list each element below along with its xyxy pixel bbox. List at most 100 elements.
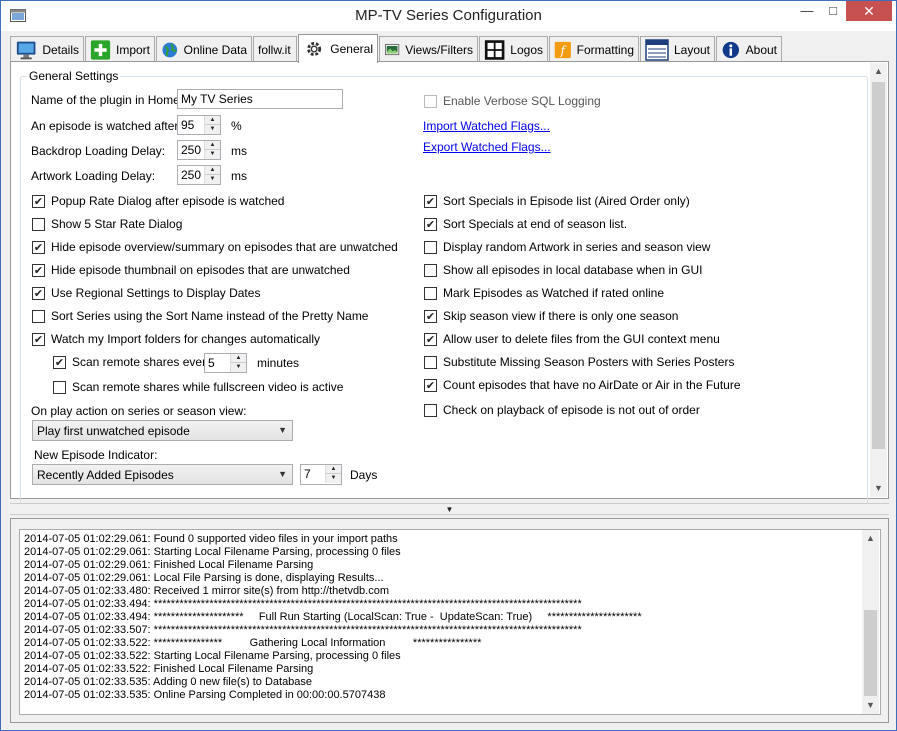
title-bar[interactable]: MP-TV Series Configuration — □ ✕	[1, 1, 896, 31]
popup-rate-dialog-checkbox[interactable]: ✔ Popup Rate Dialog after episode is wat…	[32, 194, 284, 208]
mark-watched-if-rated-checkbox[interactable]: Mark Episodes as Watched if rated online	[424, 286, 664, 300]
checkbox-box[interactable]	[32, 309, 45, 323]
scan-fullscreen-checkbox[interactable]: Scan remote shares while fullscreen vide…	[53, 380, 343, 394]
main-window: MP-TV Series Configuration — □ ✕ Details…	[0, 0, 897, 731]
checkbox-box[interactable]	[32, 217, 45, 231]
checkmark-icon[interactable]: ✔	[424, 309, 437, 323]
scan-interval-stepper[interactable]: 5 ▲ ▼	[204, 353, 247, 373]
checkbox-box[interactable]	[424, 263, 437, 277]
gear-icon	[307, 42, 322, 56]
backdrop-delay-stepper[interactable]: 250 ▲ ▼	[177, 140, 221, 160]
scroll-thumb[interactable]	[872, 82, 885, 449]
allow-delete-checkbox[interactable]: ✔ Allow user to delete files from the GU…	[424, 332, 720, 346]
plugin-name-label: Name of the plugin in Home:	[31, 93, 184, 107]
show-all-episodes-checkbox[interactable]: Show all episodes in local database when…	[424, 263, 703, 277]
tab-formatting[interactable]: f Formatting	[549, 36, 639, 62]
log-line: 2014-07-05 01:02:33.535: Adding 0 new fi…	[24, 676, 313, 688]
checkbox-box[interactable]	[424, 403, 437, 417]
stepper-up-icon[interactable]: ▲	[326, 465, 341, 474]
random-artwork-checkbox[interactable]: Display random Artwork in series and sea…	[424, 240, 710, 254]
stepper-down-icon[interactable]: ▼	[326, 474, 341, 483]
stepper-up-icon[interactable]: ▲	[205, 116, 220, 125]
five-star-dialog-checkbox[interactable]: Show 5 Star Rate Dialog	[32, 217, 182, 231]
sort-specials-end-checkbox[interactable]: ✔ Sort Specials at end of season list.	[424, 217, 627, 231]
substitute-posters-checkbox[interactable]: Substitute Missing Season Posters with S…	[424, 355, 734, 369]
stepper-up-icon[interactable]: ▲	[231, 354, 246, 363]
info-icon	[722, 41, 740, 58]
count-no-airdate-checkbox[interactable]: ✔ Count episodes that have no AirDate or…	[424, 378, 741, 392]
checkmark-icon[interactable]: ✔	[424, 217, 437, 231]
settings-scrollbar[interactable]: ▲ ▼	[870, 63, 887, 497]
stepper-down-icon[interactable]: ▼	[205, 150, 220, 159]
verbose-sql-checkbox[interactable]: Enable Verbose SQL Logging	[424, 94, 601, 108]
maximize-button[interactable]: □	[820, 1, 846, 21]
log-line: 2014-07-05 01:02:33.494: ***************…	[24, 611, 642, 623]
play-action-dropdown[interactable]: Play first unwatched episode ▼	[32, 420, 293, 441]
scroll-up-icon[interactable]: ▲	[862, 530, 879, 547]
stepper-down-icon[interactable]: ▼	[205, 125, 220, 134]
tab-logos[interactable]: Logos	[479, 36, 548, 62]
skip-season-view-checkbox[interactable]: ✔ Skip season view if there is only one …	[424, 309, 678, 323]
log-line: 2014-07-05 01:02:33.507: ***************…	[24, 624, 582, 636]
stepper-up-icon[interactable]: ▲	[205, 166, 220, 175]
checkmark-icon[interactable]: ✔	[424, 194, 437, 208]
new-episode-dropdown[interactable]: Recently Added Episodes ▼	[32, 464, 293, 485]
checkmark-icon[interactable]: ✔	[32, 240, 45, 254]
checkbox-box[interactable]	[424, 94, 437, 108]
tab-import[interactable]: Import	[85, 36, 155, 62]
scan-remote-checkbox[interactable]: ✔ Scan remote shares every	[53, 355, 212, 369]
tab-layout[interactable]: Layout	[640, 36, 715, 62]
hide-overview-checkbox[interactable]: ✔ Hide episode overview/summary on episo…	[32, 240, 398, 254]
check-playback-order-checkbox[interactable]: Check on playback of episode is not out …	[424, 403, 700, 417]
tab-views-filters[interactable]: Views/Filters	[379, 36, 478, 62]
checkmark-icon[interactable]: ✔	[32, 286, 45, 300]
play-action-label: On play action on series or season view:	[31, 404, 247, 418]
watch-import-folders-checkbox[interactable]: ✔ Watch my Import folders for changes au…	[32, 332, 320, 346]
globe-icon	[162, 42, 178, 57]
checkbox-box[interactable]	[424, 240, 437, 254]
checkmark-icon[interactable]: ✔	[424, 378, 437, 392]
checkmark-icon[interactable]: ✔	[424, 332, 437, 346]
scroll-down-icon[interactable]: ▼	[870, 480, 887, 497]
tab-details[interactable]: Details	[10, 36, 84, 62]
checkbox-box[interactable]	[53, 380, 66, 394]
stepper-down-icon[interactable]: ▼	[205, 175, 220, 184]
watched-after-stepper[interactable]: 95 ▲ ▼	[177, 115, 221, 135]
tab-about[interactable]: About	[716, 36, 782, 62]
checkmark-icon[interactable]: ✔	[32, 332, 45, 346]
plugin-name-input[interactable]: My TV Series	[177, 89, 343, 109]
stepper-up-icon[interactable]: ▲	[205, 141, 220, 150]
group-title: General Settings	[27, 69, 121, 83]
artwork-delay-label: Artwork Loading Delay:	[31, 169, 156, 183]
artwork-delay-stepper[interactable]: 250 ▲ ▼	[177, 165, 221, 185]
scroll-up-icon[interactable]: ▲	[870, 63, 887, 80]
scroll-down-icon[interactable]: ▼	[862, 697, 879, 714]
tab-follwit[interactable]: follw.it	[253, 36, 297, 62]
checkmark-icon[interactable]: ✔	[32, 194, 45, 208]
tab-online-data[interactable]: Online Data	[156, 36, 252, 62]
checkbox-box[interactable]	[424, 355, 437, 369]
close-button[interactable]: ✕	[846, 1, 892, 21]
checkbox-box[interactable]	[424, 286, 437, 300]
panel-splitter[interactable]: ▼	[10, 503, 889, 515]
sort-specials-episode-checkbox[interactable]: ✔ Sort Specials in Episode list (Aired O…	[424, 194, 690, 208]
hide-thumbnail-checkbox[interactable]: ✔ Hide episode thumbnail on episodes tha…	[32, 263, 350, 277]
import-watched-flags-link[interactable]: Import Watched Flags...	[423, 119, 550, 133]
minimize-button[interactable]: —	[794, 1, 820, 21]
chevron-down-icon: ▼	[278, 425, 287, 435]
checkmark-icon[interactable]: ✔	[53, 355, 66, 369]
checkmark-icon[interactable]: ✔	[32, 263, 45, 277]
log-scrollbar[interactable]: ▲ ▼	[862, 530, 879, 714]
scroll-thumb[interactable]	[864, 610, 877, 696]
log-output[interactable]: 2014-07-05 01:02:29.061: Found 0 support…	[19, 529, 881, 715]
regional-dates-checkbox[interactable]: ✔ Use Regional Settings to Display Dates	[32, 286, 260, 300]
tab-general[interactable]: General	[298, 34, 378, 63]
sort-name-checkbox[interactable]: Sort Series using the Sort Name instead …	[32, 309, 368, 323]
stepper-down-icon[interactable]: ▼	[231, 363, 246, 372]
export-watched-flags-link[interactable]: Export Watched Flags...	[423, 140, 551, 154]
log-line: 2014-07-05 01:02:29.061: Finished Local …	[24, 559, 314, 571]
chevron-down-icon[interactable]: ▼	[446, 505, 454, 514]
new-episode-label: New Episode Indicator:	[34, 448, 158, 462]
new-episode-days-stepper[interactable]: 7 ▲ ▼	[300, 464, 342, 485]
filter-image-icon	[385, 43, 400, 55]
